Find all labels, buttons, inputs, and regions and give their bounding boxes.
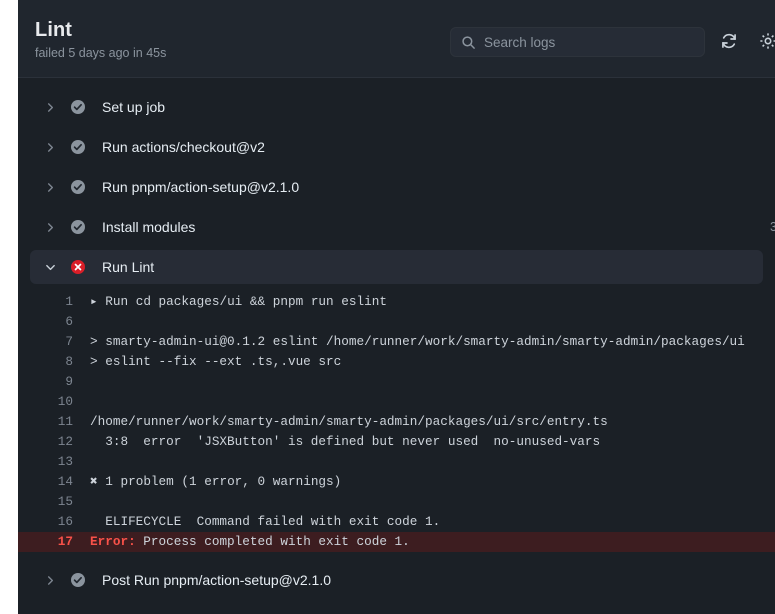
line-number: 7 [18,332,90,352]
line-text: Error: Process completed with exit code … [90,532,775,552]
workflow-log-panel: Lint failed 5 days ago in 45s [18,0,775,614]
chevron-right-icon [42,179,58,195]
step-row[interactable]: Set up job [30,90,763,124]
log-line: 15 [18,492,775,512]
chevron-right-icon [42,572,58,588]
screenshot-root: Lint failed 5 days ago in 45s [0,0,775,614]
line-number: 17 [18,532,90,552]
log-line: 14 ✖ 1 problem (1 error, 0 warnings) [18,472,775,492]
line-text: /home/runner/work/smarty-admin/smarty-ad… [90,412,775,432]
line-text: ✖ 1 problem (1 error, 0 warnings) [90,472,775,492]
chevron-right-icon [42,219,58,235]
step-label: Run Lint [102,259,154,275]
step-row[interactable]: Post Run pnpm/action-setup@v2.1.0 [30,563,763,597]
line-number: 9 [18,372,90,392]
log-output[interactable]: 1 ▸ Run cd packages/ui && pnpm run eslin… [18,292,775,552]
line-number: 13 [18,452,90,472]
step-label: Install modules [102,219,195,235]
line-number: 11 [18,412,90,432]
chevron-right-icon [42,99,58,115]
step-row[interactable]: Run actions/checkout@v2 [30,130,763,164]
line-number: 8 [18,352,90,372]
success-check-icon [70,572,86,588]
job-status-subtitle: failed 5 days ago in 45s [35,46,166,60]
success-check-icon [70,139,86,155]
step-duration: 3 [770,220,775,234]
log-line: 11 /home/runner/work/smarty-admin/smarty… [18,412,775,432]
line-text: > eslint --fix --ext .ts,.vue src [90,352,775,372]
job-header: Lint failed 5 days ago in 45s [18,0,775,78]
line-text: 3:8 error 'JSXButton' is defined but nev… [90,432,775,452]
chevron-down-icon [42,259,58,275]
log-line: 7 > smarty-admin-ui@0.1.2 eslint /home/r… [18,332,775,352]
settings-button[interactable] [757,31,775,53]
search-input[interactable] [484,35,694,50]
step-label: Post Run pnpm/action-setup@v2.1.0 [102,572,331,588]
line-number: 16 [18,512,90,532]
log-line: 12 3:8 error 'JSXButton' is defined but … [18,432,775,452]
search-logs-box[interactable] [450,27,705,57]
line-text: ▸ Run cd packages/ui && pnpm run eslint [90,292,775,312]
success-check-icon [70,99,86,115]
line-number: 12 [18,432,90,452]
line-number: 1 [18,292,90,312]
log-line: 13 [18,452,775,472]
chevron-right-icon [42,139,58,155]
step-label: Run actions/checkout@v2 [102,139,265,155]
page-title: Lint [35,19,72,42]
search-icon [461,35,476,50]
log-line: 10 [18,392,775,412]
log-line: 9 [18,372,775,392]
error-message: Process completed with exit code 1. [136,534,410,549]
line-number: 10 [18,392,90,412]
line-number: 14 [18,472,90,492]
success-check-icon [70,219,86,235]
log-line-error: 17 Error: Process completed with exit co… [18,532,775,552]
log-line: 1 ▸ Run cd packages/ui && pnpm run eslin… [18,292,775,312]
log-line: 6 [18,312,775,332]
failure-x-icon [70,259,86,275]
line-text: > smarty-admin-ui@0.1.2 eslint /home/run… [90,332,775,352]
line-text: ELIFECYCLE Command failed with exit code… [90,512,775,532]
line-number: 15 [18,492,90,512]
step-row-run-lint[interactable]: Run Lint [30,250,763,284]
step-label: Run pnpm/action-setup@v2.1.0 [102,179,299,195]
log-line: 8 > eslint --fix --ext .ts,.vue src [18,352,775,372]
error-tag: Error: [90,534,136,549]
success-check-icon [70,179,86,195]
steps-list: Set up job Run actions/checkout@v2 [18,78,775,597]
refresh-button[interactable] [718,31,740,53]
step-row[interactable]: Run pnpm/action-setup@v2.1.0 [30,170,763,204]
step-row[interactable]: Install modules 3 [30,210,763,244]
step-label: Set up job [102,99,165,115]
line-number: 6 [18,312,90,332]
log-line: 16 ELIFECYCLE Command failed with exit c… [18,512,775,532]
refresh-icon [720,32,738,53]
gear-icon [759,32,775,53]
